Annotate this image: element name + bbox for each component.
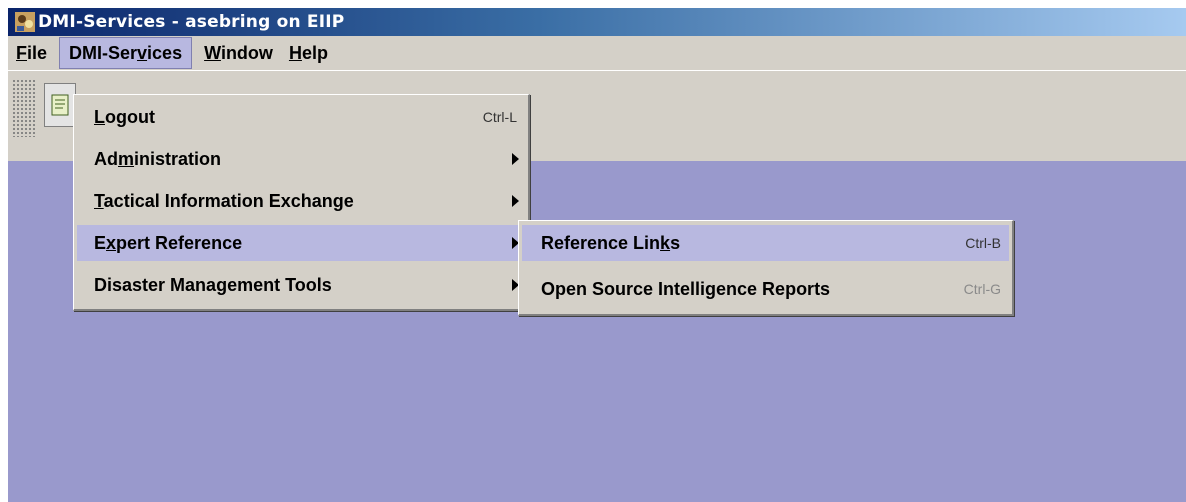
submenu-arrow-icon bbox=[512, 195, 519, 207]
admin-b: inistration bbox=[134, 148, 222, 169]
menuitem-disaster-management-tools[interactable]: Disaster Management Tools bbox=[77, 267, 525, 303]
menu-window-rest: indow bbox=[220, 43, 273, 63]
reflinks-mnemonic: k bbox=[660, 232, 671, 253]
toolbar-grip-handle[interactable] bbox=[12, 79, 36, 137]
reflinks-b: s bbox=[670, 232, 681, 253]
menuitem-expert-label: Expert Reference bbox=[77, 233, 512, 254]
disaster-mnemonic: g bbox=[216, 274, 228, 295]
menu-window-mnemonic: W bbox=[204, 43, 221, 63]
menuitem-logout[interactable]: Logout Ctrl-L bbox=[77, 99, 525, 135]
menu-file[interactable]: File bbox=[8, 37, 55, 69]
menuitem-disaster-label: Disaster Management Tools bbox=[77, 275, 512, 296]
osint-mnemonic: g bbox=[705, 278, 717, 299]
document-icon bbox=[51, 94, 69, 116]
toolbar-document-button[interactable] bbox=[44, 83, 76, 127]
menuitem-tactical-label: Tactical Information Exchange bbox=[77, 191, 512, 212]
expert-reference-submenu: Reference Links Ctrl-B Open Source Intel… bbox=[518, 220, 1014, 316]
menuitem-reference-links-shortcut: Ctrl-B bbox=[965, 235, 1001, 251]
disaster-b: ement Tools bbox=[227, 274, 332, 295]
title-bar[interactable]: DMI-Services - asebring on EIIP bbox=[8, 8, 1186, 36]
menu-bar: File DMI-Services Window Help bbox=[8, 36, 1186, 70]
menu-help[interactable]: Help bbox=[281, 37, 336, 69]
menuitem-logout-label: Logout bbox=[77, 107, 483, 128]
menu-help-rest: elp bbox=[301, 43, 328, 63]
expert-mnemonic: x bbox=[106, 232, 117, 253]
menu-dmi-services-mnemonic: v bbox=[137, 43, 148, 63]
reflinks-a: Reference Lin bbox=[541, 232, 661, 253]
submenu-arrow-icon bbox=[512, 153, 519, 165]
menuitem-osint-shortcut: Ctrl-G bbox=[963, 281, 1001, 297]
menu-dmi-services-b: ices bbox=[147, 43, 183, 63]
tactical-mnemonic: T bbox=[94, 190, 104, 211]
menuitem-reference-links-label: Reference Links bbox=[522, 233, 965, 254]
window-title: DMI-Services - asebring on EIIP bbox=[38, 12, 345, 32]
menuitem-administration-label: Administration bbox=[77, 149, 512, 170]
logout-rest: ogout bbox=[105, 106, 155, 127]
application-window: DMI-Services - asebring on EIIP File DMI… bbox=[8, 8, 1186, 502]
menuitem-logout-shortcut: Ctrl-L bbox=[482, 109, 517, 125]
menu-file-mnemonic: F bbox=[16, 43, 27, 63]
logout-mnemonic: L bbox=[94, 106, 105, 127]
menuitem-tactical-information-exchange[interactable]: Tactical Information Exchange bbox=[77, 183, 525, 219]
menuitem-open-source-intelligence-reports[interactable]: Open Source Intelligence Reports Ctrl-G bbox=[522, 271, 1009, 307]
admin-mnemonic: m bbox=[118, 148, 135, 169]
menu-dmi-services-a: DMI-Ser bbox=[69, 43, 138, 63]
menuitem-administration[interactable]: Administration bbox=[77, 141, 525, 177]
expert-a: E bbox=[94, 232, 107, 253]
menu-help-mnemonic: H bbox=[288, 43, 302, 63]
admin-a: Ad bbox=[94, 148, 118, 169]
disaster-a: Disaster Mana bbox=[94, 274, 217, 295]
menuitem-osint-label: Open Source Intelligence Reports bbox=[522, 279, 964, 300]
tactical-rest: actical Information Exchange bbox=[103, 190, 354, 211]
expert-b: pert Reference bbox=[116, 232, 243, 253]
menuitem-reference-links[interactable]: Reference Links Ctrl-B bbox=[522, 225, 1009, 261]
osint-a: Open Source Intelli bbox=[541, 278, 706, 299]
osint-b: ence Reports bbox=[716, 278, 831, 299]
dmi-app-icon bbox=[15, 12, 35, 32]
dmi-services-dropdown: Logout Ctrl-L Administration Tactical In… bbox=[73, 94, 530, 311]
menu-dmi-services[interactable]: DMI-Services bbox=[59, 37, 193, 69]
menu-file-rest: ile bbox=[27, 43, 48, 63]
menu-window[interactable]: Window bbox=[196, 37, 281, 69]
menuitem-expert-reference[interactable]: Expert Reference bbox=[77, 225, 525, 261]
